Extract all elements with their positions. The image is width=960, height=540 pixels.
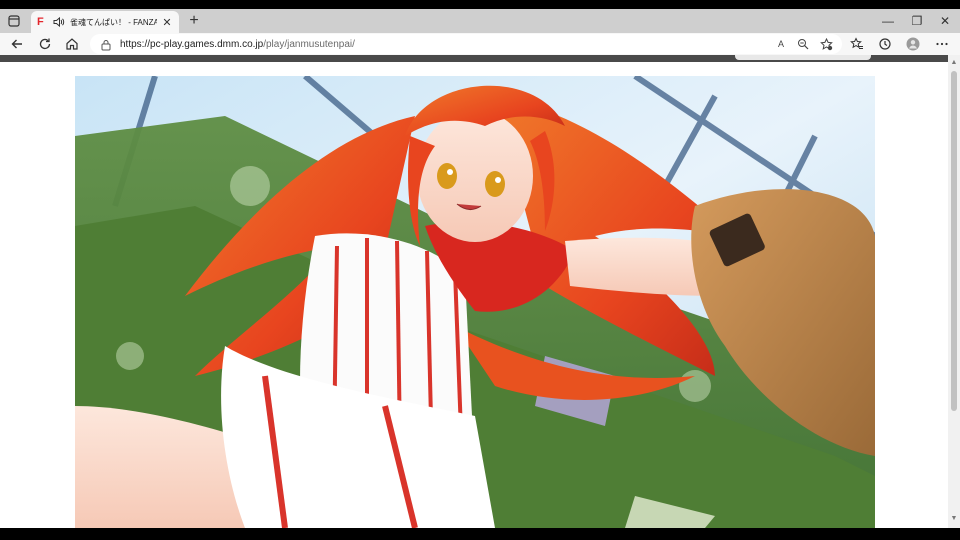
history-icon[interactable] [876,35,894,53]
page-content [0,62,948,528]
url-host: https://pc-play.games.dmm.co.jp [120,38,264,50]
tab-title: 雀魂てんぱい！ - FANZA GAMES [70,17,157,27]
home-icon[interactable] [63,35,81,53]
page-header-strip [0,55,948,62]
lock-icon[interactable] [100,38,112,51]
vertical-scrollbar[interactable]: ▲ ▼ [948,55,960,528]
browser-toolbar: https://pc-play.games.dmm.co.jp/play/jan… [0,33,960,55]
more-icon[interactable] [933,35,951,53]
tab-actions-icon[interactable] [4,12,24,30]
audio-icon[interactable] [53,16,65,28]
title-bar: F 雀魂てんぱい！ - FANZA GAMES ✕ + — ❐ ✕ [0,9,960,33]
browser-tab[interactable]: F 雀魂てんぱい！ - FANZA GAMES ✕ [31,11,179,33]
favorites-icon[interactable] [848,35,866,53]
scroll-down-icon[interactable]: ▼ [950,515,958,523]
favorite-add-icon[interactable] [819,37,833,51]
refresh-icon[interactable] [36,35,54,53]
new-tab-button[interactable]: + [184,11,204,31]
scroll-up-icon[interactable]: ▲ [950,59,958,67]
address-bar[interactable]: https://pc-play.games.dmm.co.jp/play/jan… [90,34,842,54]
scroll-thumb[interactable] [951,71,957,411]
taskbar-strip [0,528,960,540]
restore-button[interactable]: ❐ [902,9,932,33]
read-aloud-icon[interactable]: A [774,37,788,51]
game-canvas[interactable] [75,76,875,528]
minimize-button[interactable]: — [873,9,903,33]
url-path: /play/janmusutenpai/ [263,38,355,50]
header-tab-pill[interactable] [735,55,871,60]
url-text[interactable]: https://pc-play.games.dmm.co.jp/play/jan… [120,39,355,50]
zoom-icon[interactable] [796,37,810,51]
fanza-favicon-icon: F [37,16,44,28]
back-icon[interactable] [8,35,26,53]
tab-close-icon[interactable]: ✕ [161,16,173,29]
close-window-button[interactable]: ✕ [930,9,960,33]
game-illustration [75,76,875,528]
profile-icon[interactable] [904,35,922,53]
